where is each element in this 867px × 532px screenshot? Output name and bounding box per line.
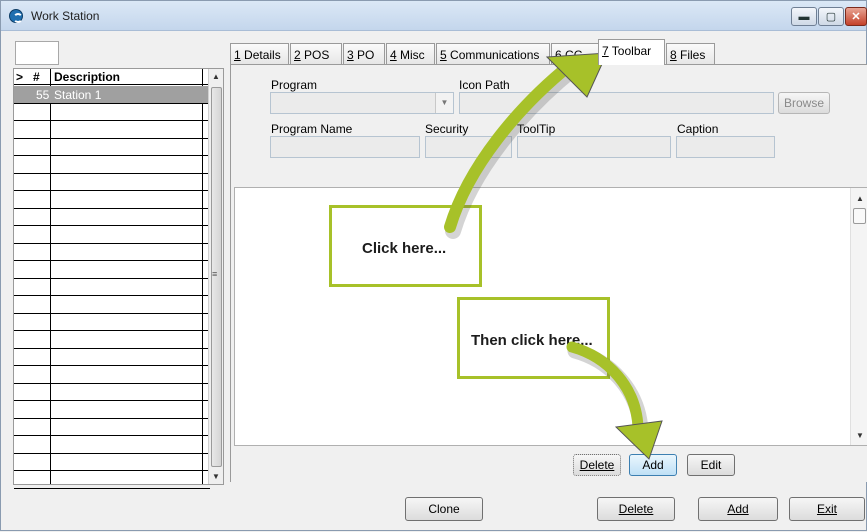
- scroll-thumb[interactable]: [853, 208, 866, 224]
- tab-misc[interactable]: 4 Misc: [386, 43, 435, 65]
- tab-label: POS: [300, 48, 330, 62]
- tab-accel-key: 2: [294, 48, 301, 62]
- maximize-icon: ▢: [825, 11, 837, 23]
- edit-item-button[interactable]: Edit: [687, 454, 735, 476]
- icon-path-label: Icon Path: [459, 78, 510, 92]
- table-row[interactable]: [14, 139, 210, 156]
- table-row[interactable]: [14, 331, 210, 349]
- program-dropdown[interactable]: ▼: [270, 92, 454, 114]
- tab-pos[interactable]: 2 POS: [290, 43, 342, 65]
- callout-text: Then click here...: [471, 332, 593, 349]
- tab-label: Communications: [446, 48, 540, 62]
- scroll-down-icon[interactable]: ▼: [212, 472, 220, 481]
- tab-accel-key: 3: [347, 48, 354, 62]
- table-row[interactable]: [14, 384, 210, 401]
- table-row[interactable]: [14, 366, 210, 384]
- table-row[interactable]: [14, 401, 210, 419]
- table-row[interactable]: [14, 261, 210, 279]
- tab-label: Misc: [396, 48, 425, 62]
- table-row[interactable]: [14, 191, 210, 209]
- table-row[interactable]: [14, 121, 210, 139]
- program-name-label: Program Name: [271, 122, 353, 136]
- maximize-button[interactable]: ▢: [818, 7, 844, 26]
- table-row[interactable]: [14, 156, 210, 174]
- program-label: Program: [271, 78, 318, 92]
- table-row[interactable]: [14, 419, 210, 436]
- grip-icon: ≡: [212, 269, 218, 279]
- add-item-button[interactable]: Add: [629, 454, 677, 476]
- station-grid: > # Description 55 Station 1 ▲ ≡ ▼: [13, 68, 224, 489]
- browse-button[interactable]: Browse: [778, 92, 830, 114]
- scroll-up-icon[interactable]: ▲: [856, 194, 864, 203]
- table-row[interactable]: [14, 174, 210, 191]
- table-row[interactable]: [14, 296, 210, 314]
- work-station-window: Work Station ▬ ▢ ✕ > # Description 55 St…: [0, 0, 867, 531]
- click-here-callout: Click here...: [329, 205, 482, 287]
- tab-label: Toolbar: [608, 44, 652, 58]
- table-row[interactable]: 55 Station 1: [14, 86, 210, 104]
- close-icon: ✕: [851, 11, 861, 23]
- delete-button[interactable]: Delete: [597, 497, 675, 521]
- close-button[interactable]: ✕: [845, 7, 867, 26]
- tab-po[interactable]: 3 PO: [343, 43, 385, 65]
- minimize-icon: ▬: [798, 10, 810, 23]
- dropdown-arrow-icon[interactable]: ▼: [435, 93, 453, 113]
- title-bar: Work Station ▬ ▢ ✕: [1, 1, 867, 31]
- tab-cc[interactable]: 6 CC: [551, 43, 599, 65]
- tab-communications[interactable]: 5 Communications: [436, 43, 550, 65]
- security-label: Security: [425, 122, 469, 136]
- caption-field[interactable]: [676, 136, 775, 158]
- tab-details[interactable]: 1 Details: [230, 43, 289, 65]
- scroll-down-icon[interactable]: ▼: [856, 431, 864, 440]
- then-click-here-callout: Then click here...: [457, 297, 610, 379]
- tab-files[interactable]: 8 Files: [666, 43, 715, 65]
- table-row[interactable]: [14, 454, 210, 471]
- grid-scrollbar[interactable]: ▲ ≡ ▼: [208, 69, 223, 484]
- tab-label: CC: [561, 48, 583, 62]
- tab-accel-key: 5: [440, 48, 447, 62]
- security-field[interactable]: [425, 136, 512, 158]
- callout-text: Click here...: [362, 240, 447, 257]
- program-name-field[interactable]: [270, 136, 420, 158]
- tab-label: Details: [240, 48, 281, 62]
- tab-accel-key: 4: [390, 48, 397, 62]
- table-row[interactable]: [14, 244, 210, 261]
- table-row[interactable]: [14, 471, 210, 489]
- delete-item-button[interactable]: Delete: [573, 454, 621, 476]
- table-row[interactable]: [14, 436, 210, 454]
- app-icon: [9, 9, 23, 23]
- exit-button[interactable]: Exit: [789, 497, 865, 521]
- table-row[interactable]: [14, 349, 210, 366]
- description-column-header[interactable]: Description: [54, 70, 120, 84]
- row-number: 55: [36, 88, 50, 102]
- grid-header: > # Description: [14, 69, 210, 85]
- tooltip-field[interactable]: [517, 136, 671, 158]
- tab-toolbar[interactable]: 7 Toolbar: [598, 39, 665, 65]
- minimize-button[interactable]: ▬: [791, 7, 817, 26]
- search-input[interactable]: [15, 41, 59, 65]
- table-row[interactable]: [14, 279, 210, 296]
- window-title: Work Station: [31, 9, 100, 23]
- tab-accel-key: 1: [234, 48, 241, 62]
- tab-label: PO: [353, 48, 375, 62]
- clone-button[interactable]: Clone: [405, 497, 483, 521]
- grid-rows: 55 Station 1: [14, 86, 210, 489]
- add-button[interactable]: Add: [698, 497, 778, 521]
- scroll-up-icon[interactable]: ▲: [212, 72, 220, 81]
- tab-label: Files: [676, 48, 706, 62]
- table-row[interactable]: [14, 104, 210, 121]
- tab-accel-key: 6: [555, 48, 562, 62]
- table-row[interactable]: [14, 314, 210, 331]
- table-row[interactable]: [14, 226, 210, 244]
- tooltip-label: ToolTip: [517, 122, 556, 136]
- tab-accel-key: 8: [670, 48, 677, 62]
- icon-path-field[interactable]: [459, 92, 774, 114]
- table-row[interactable]: [14, 209, 210, 226]
- list-scrollbar[interactable]: ▲ ▼: [850, 188, 867, 445]
- caption-label: Caption: [677, 122, 719, 136]
- row-description: Station 1: [54, 88, 102, 102]
- marker-column-header: >: [16, 70, 24, 84]
- number-column-header[interactable]: #: [33, 70, 40, 84]
- tab-accel-key: 7: [602, 44, 609, 58]
